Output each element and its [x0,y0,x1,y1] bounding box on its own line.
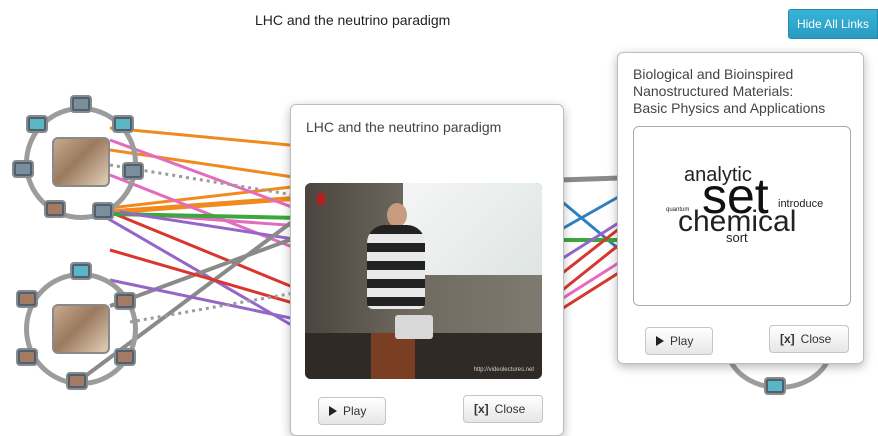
video-player[interactable]: http://videolectures.net [305,183,542,379]
cluster-top-center-thumbnail[interactable] [52,137,110,187]
video-modal-title: LHC and the neutrino paradigm [306,119,502,135]
play-icon [656,336,664,346]
video-close-button[interactable]: [x] Close [463,395,543,423]
word-cloud-play-button[interactable]: Play [645,327,713,355]
link-line [109,126,301,148]
link-line [559,270,621,312]
cluster-node[interactable] [26,115,48,133]
play-icon [329,406,337,416]
video-modal: LHC and the neutrino paradigm http://vid… [290,104,564,436]
laptop-icon [395,315,433,339]
video-play-button[interactable]: Play [318,397,386,425]
word-cloud-close-button[interactable]: [x] Close [769,325,849,353]
cluster-node[interactable] [114,292,136,310]
cluster-node[interactable] [764,377,786,395]
cluster-bottom-center-thumbnail[interactable] [52,304,110,354]
cluster-node[interactable] [114,348,136,366]
word-cloud-modal-title: Biological and Bioinspired Nanostructure… [633,66,826,116]
link-line [559,175,621,183]
cluster-node[interactable] [122,162,144,180]
cluster-node[interactable] [66,372,88,390]
cluster-node[interactable] [92,202,114,220]
fire-extinguisher-icon [317,193,325,205]
cluster-node[interactable] [112,115,134,133]
cluster-node[interactable] [16,290,38,308]
cluster-node[interactable] [70,262,92,280]
hide-all-links-button[interactable]: Hide All Links [787,9,878,39]
cluster-node[interactable] [16,348,38,366]
video-watermark: http://videolectures.net [473,367,534,373]
cluster-node[interactable] [44,200,66,218]
word-cloud: analytic set chemical introduce quantum … [633,126,851,306]
cluster-node[interactable] [12,160,34,178]
cloud-word: sort [726,230,748,245]
cloud-word: introduce [778,198,824,210]
cloud-word: quantum [666,207,690,213]
page-title: LHC and the neutrino paradigm [255,12,451,28]
cluster-node[interactable] [70,95,92,113]
word-cloud-modal: Biological and Bioinspired Nanostructure… [617,52,864,364]
